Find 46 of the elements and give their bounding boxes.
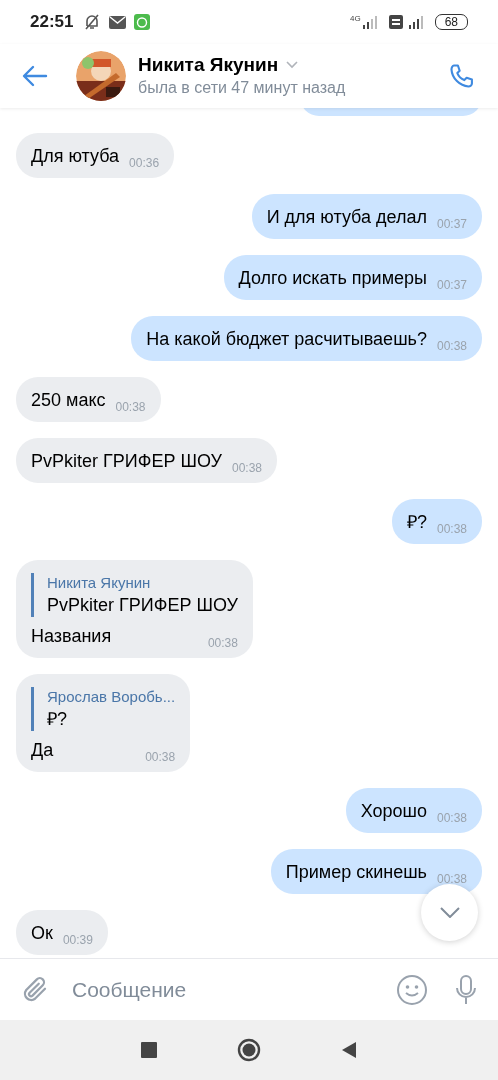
quoted-text: PvPkiter ГРИФЕР ШОУ: [47, 594, 238, 617]
message-text: На какой бюджет расчитываешь?: [146, 328, 427, 351]
message-text: Для ютуба: [31, 145, 120, 168]
quoted-author: Ярослав Воробь...: [47, 687, 176, 707]
mail-icon: [109, 15, 127, 29]
message-time: 00:38: [115, 399, 146, 415]
message-text: И для ютуба делал: [266, 206, 427, 229]
network-label: 4G: [349, 13, 361, 25]
message-text: ₽?: [406, 511, 427, 534]
status-time: 22:51: [30, 11, 74, 34]
last-seen-status: была в сети 47 минут назад: [138, 78, 346, 98]
microphone-icon[interactable]: [454, 973, 478, 1006]
message-time: 00:38: [436, 810, 467, 826]
message-time: 00:38: [231, 460, 262, 476]
message-text: Хорошо: [360, 800, 427, 823]
message-text: Названия: [31, 625, 112, 648]
message-text: Пример скинешь: [285, 861, 427, 884]
smiley-icon[interactable]: [396, 973, 428, 1006]
back-icon[interactable]: [341, 1041, 357, 1059]
chevron-down-icon[interactable]: [286, 61, 299, 69]
battery-indicator: 68: [434, 14, 468, 30]
message-text: Ок: [31, 922, 53, 945]
message-text: 250 макс: [31, 389, 106, 412]
quoted-author: Никита Якунин: [47, 573, 152, 593]
scroll-down-button[interactable]: [421, 884, 478, 941]
message-time: 00:38: [145, 749, 176, 765]
message-text: Долго искать примеры: [238, 267, 427, 290]
message-time: 00:39: [62, 932, 93, 948]
message-time: 00:37: [436, 216, 467, 232]
contact-name[interactable]: Никита Якунин: [138, 53, 279, 77]
chevron-down-icon: [439, 907, 460, 918]
message-time: 00:38: [436, 521, 467, 537]
message-input-field[interactable]: Сообщение: [72, 973, 386, 1006]
phone-icon[interactable]: [448, 62, 476, 90]
message-time: 00:38: [436, 871, 467, 887]
home-icon[interactable]: [237, 1038, 261, 1062]
message-time: 00:38: [436, 338, 467, 354]
back-arrow-icon[interactable]: [22, 65, 48, 87]
quoted-text: ₽?: [47, 708, 68, 731]
muted-bell-icon: [83, 13, 102, 31]
message-time: 00:36: [129, 155, 160, 171]
message-time: 00:38: [207, 635, 238, 651]
message-time: 00:37: [436, 277, 467, 293]
message-text: PvPkiter ГРИФЕР ШОУ: [31, 450, 222, 473]
app-notification-icon: [134, 14, 151, 30]
message-text: Да: [31, 739, 54, 762]
